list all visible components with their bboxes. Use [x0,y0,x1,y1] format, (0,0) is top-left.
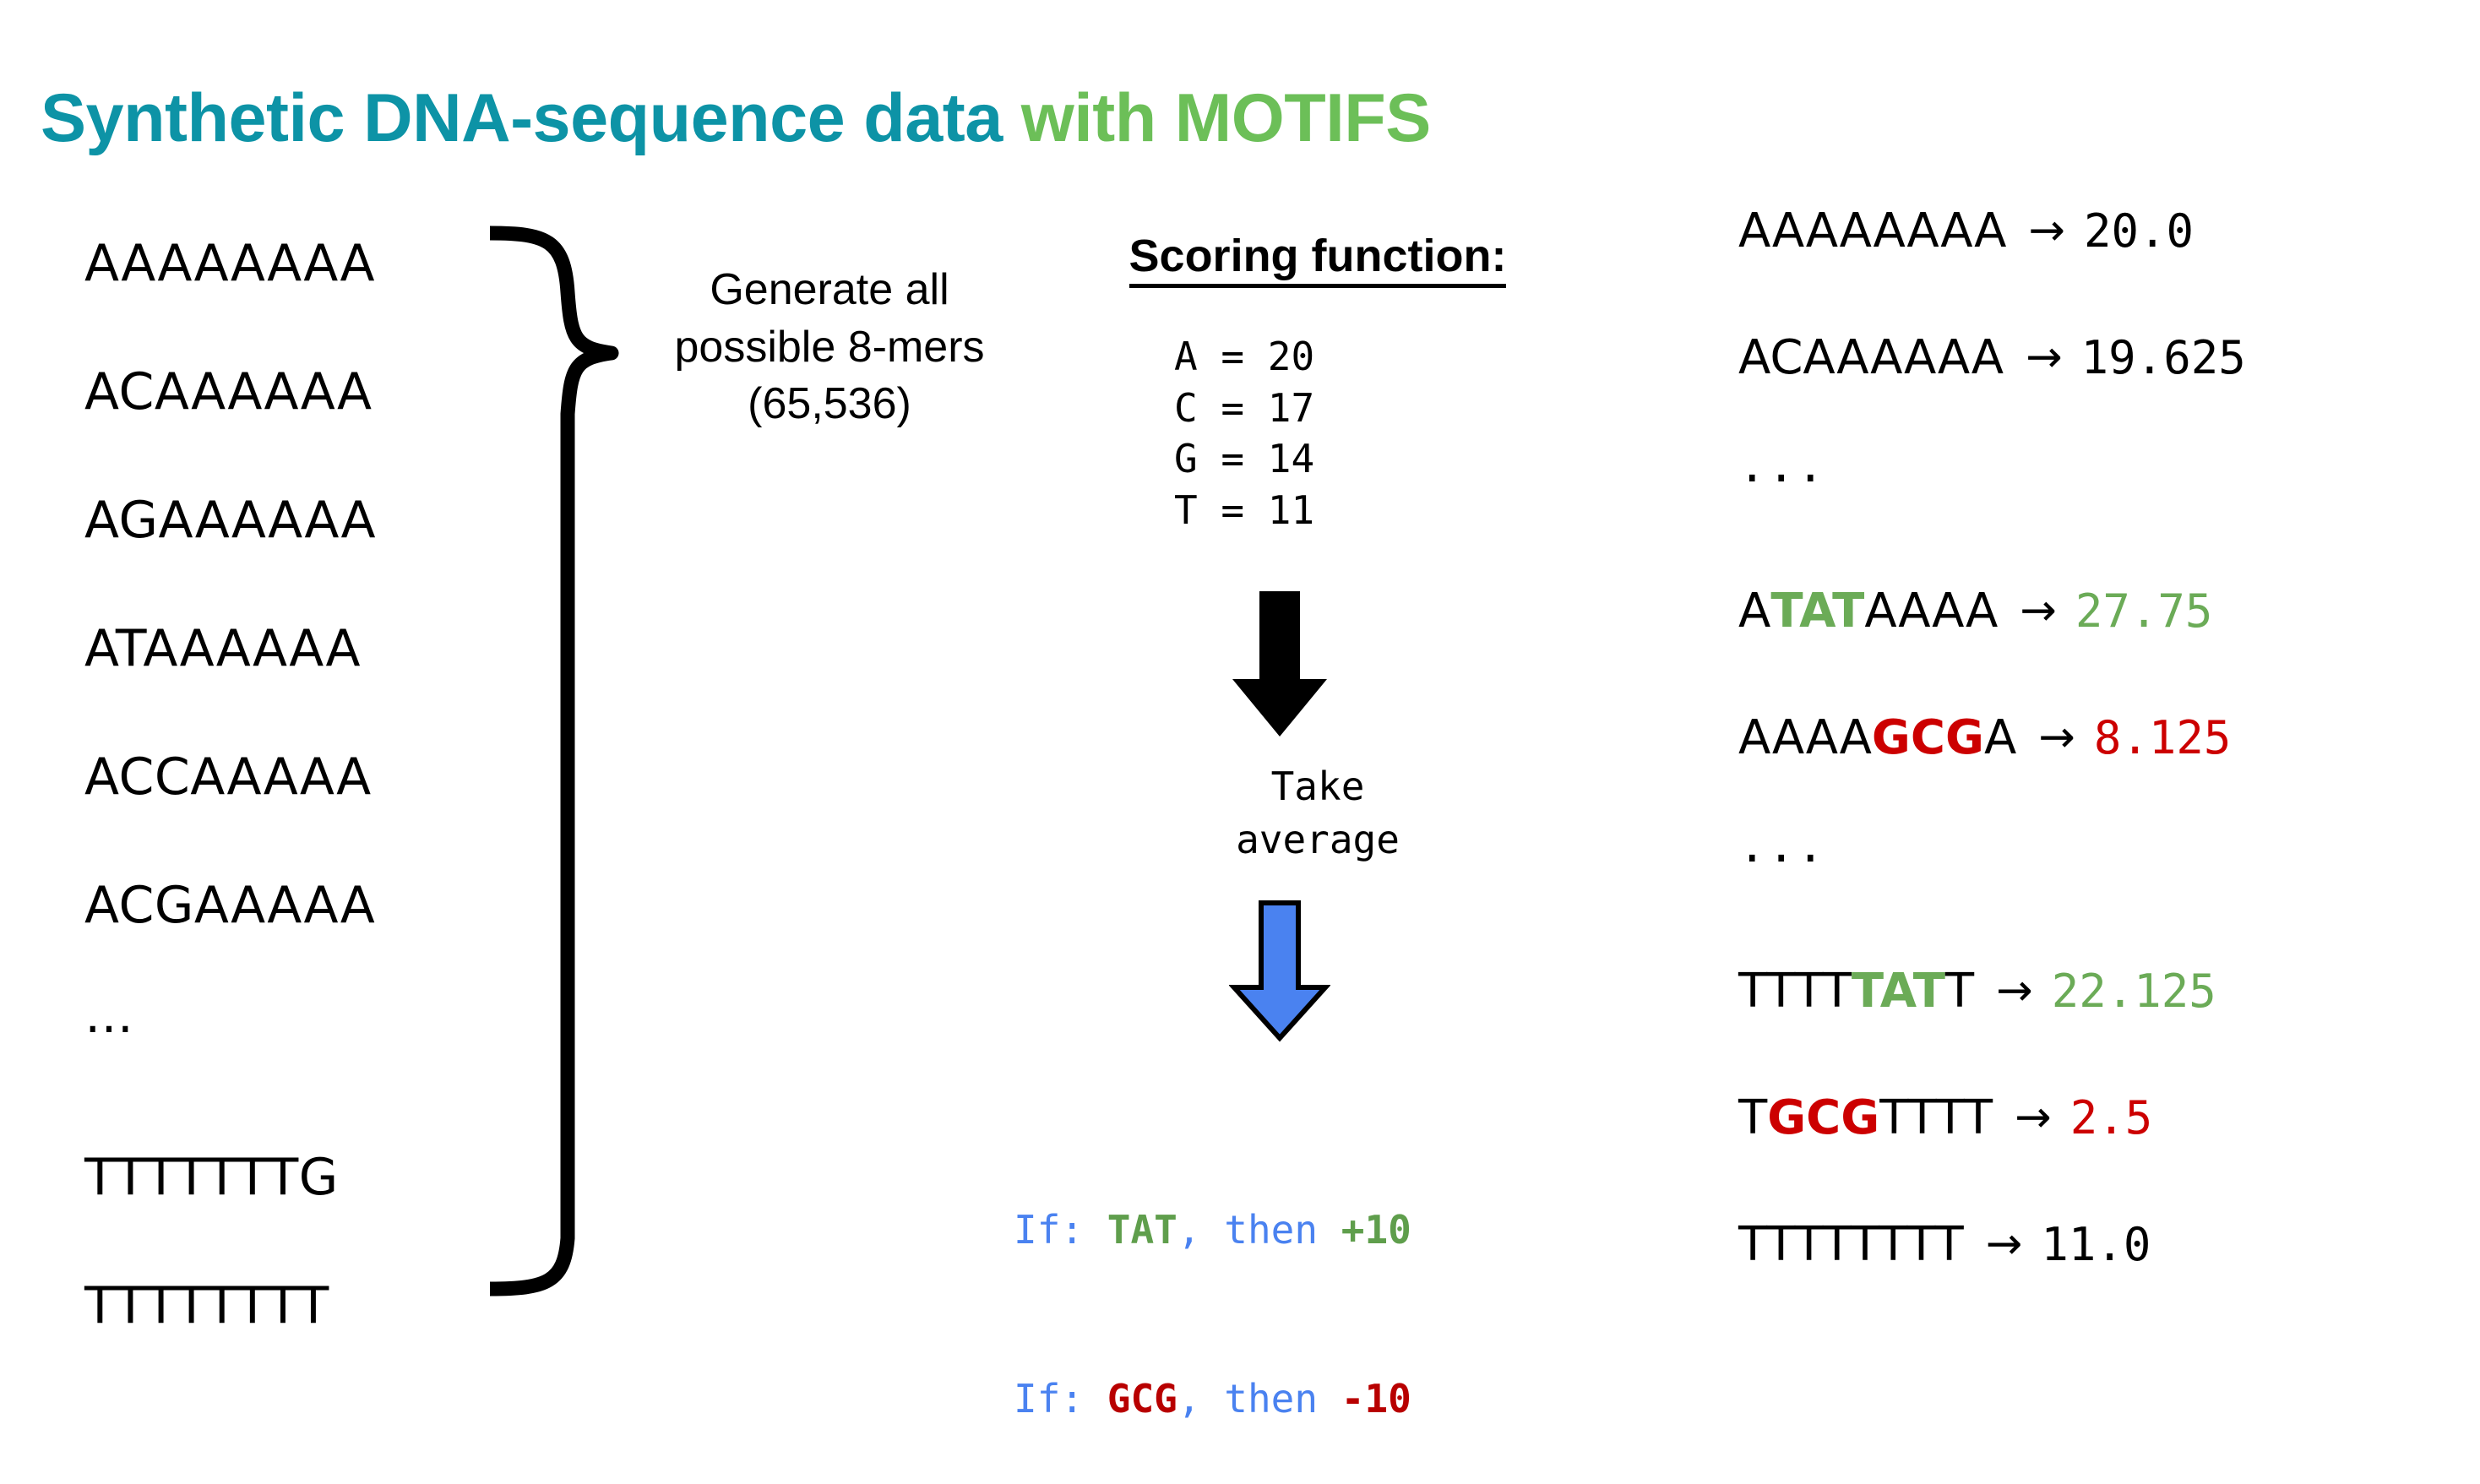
result-sequence: TGCGTTTT [1738,1090,1993,1145]
generate-caption-line-3: (65,536) [748,379,911,429]
kmer-list: AAAAAAAA ACAAAAAA AGAAAAAA ATAAAAAA ACCAAAAA… [84,199,448,1370]
page-title: Synthetic DNA-sequence data with MOTIFS [41,84,1431,153]
result-sequence-motif: TAT [1770,583,1865,639]
rule-2-delta: -10 [1341,1376,1411,1422]
result-score-value: 8.125 [2093,710,2232,764]
result-score-value: 22.125 [2051,964,2216,1018]
take-average-line-2: average [1236,817,1400,863]
rule-2-if: If: [1014,1376,1107,1422]
result-sequence-prefix: A [1738,583,1771,639]
down-arrow-blue-icon [1228,900,1331,1047]
result-sequence-prefix: AAAAAAAA [1738,203,2007,258]
take-average-label: Take average [1123,760,1512,867]
result-sequence-suffix: T [1944,963,1975,1019]
scoring-row: A = 20 [1174,334,1315,379]
rule-2-mid: , then [1177,1376,1341,1422]
result-sequence: AAAAAAAA [1738,204,2006,258]
right-arrow-icon: → [2020,585,2057,636]
result-sequence-suffix: TTTT [1879,1090,1993,1145]
scored-result-row: TGCGTTTT → 2.5 [1738,1054,2480,1181]
down-arrow-black-icon [1229,591,1330,744]
right-arrow-icon: → [2026,332,2063,383]
right-arrow-icon: → [2028,205,2065,256]
scored-result-row: ACAAAAAA → 19.625 [1738,294,2480,421]
result-score-value: 11.0 [2041,1217,2151,1271]
generate-caption: Generate all possible 8-mers (65,536) [644,262,1015,433]
scoring-function-heading-text: Scoring function: [1129,231,1507,288]
result-sequence-prefix: ACAAAAAA [1738,329,2004,385]
kmer-list-item: AAAAAAAA [84,234,376,293]
result-sequence-prefix: TTTTTTTT [1738,1216,1964,1272]
scoring-function-table: A = 20 C = 17 G = 14 T = 11 [1174,331,1314,536]
scored-result-row: TTTTTATT → 22.125 [1738,927,2480,1054]
scored-result-row: TTTTTTTT → 11.0 [1738,1181,2480,1307]
kmer-list-item: ACGAAAAA [84,876,376,935]
page-title-accent: with MOTIFS [1002,80,1431,157]
result-sequence: ATATAAAA [1738,584,1998,639]
rule-1-if: If: [1014,1207,1107,1253]
scored-results-ellipsis: ... [1738,439,1826,492]
scored-result-row: AAAAGCGA → 8.125 [1738,674,2480,801]
result-score-value: 27.75 [2075,584,2213,638]
result-score-value: 19.625 [2080,330,2246,384]
right-arrow-icon: → [2015,1092,2052,1143]
result-score-value: 20.0 [2083,204,2194,258]
scoring-row: G = 14 [1174,436,1315,482]
result-sequence-suffix: AAAA [1864,583,1999,639]
result-sequence-prefix: TTTT [1738,963,1852,1019]
right-arrow-icon: → [1985,1219,2023,1269]
rule-1-delta: +10 [1341,1207,1411,1253]
kmer-list-ellipsis: … [84,987,139,1044]
page-title-main: Synthetic DNA-sequence data [41,80,1003,157]
scored-result-row: ATATAAAA → 27.75 [1738,547,2480,674]
generate-caption-line-2: possible 8-mers [674,322,985,372]
rule-1-mid: , then [1177,1207,1341,1253]
motif-rules: If: TAT, then +10 If: GCG, then -10 [1014,1090,1411,1484]
scored-results-list: AAAAAAAA → 20.0 ACAAAAAA → 19.625... ATATAAAA →… [1738,167,2480,1307]
scored-results-ellipsis: ... [1738,819,1826,872]
result-sequence: AAAAGCGA [1738,710,2016,765]
result-sequence-motif: GCG [1767,1090,1880,1145]
right-arrow-icon: → [1996,965,2033,1016]
result-sequence-prefix: AAAA [1738,709,1872,765]
kmer-list-item: ACCAAAAA [84,747,372,807]
curly-brace-icon [466,211,635,1309]
result-sequence-motif: TAT [1851,963,1945,1019]
right-arrow-icon: → [2038,712,2075,763]
result-score-value: 2.5 [2069,1090,2153,1144]
motif-rule-row: If: TAT, then +10 [1014,1202,1411,1258]
result-sequence: TTTTTATT [1738,964,1974,1019]
scored-result-row: AAAAAAAA → 20.0 [1738,167,2480,294]
scoring-row: T = 11 [1174,487,1315,534]
result-sequence: ACAAAAAA [1738,330,2004,385]
scoring-function-heading: Scoring function: [1098,230,1537,288]
result-sequence-motif: GCG [1871,709,1984,765]
rule-1-motif: TAT [1107,1207,1177,1253]
result-sequence-prefix: T [1738,1090,1768,1145]
result-sequence: TTTTTTTT [1738,1217,1964,1272]
kmer-list-item: TTTTTTTG [84,1148,339,1207]
kmer-list-item: TTTTTTTT [84,1276,329,1335]
kmer-list-item: AGAAAAAA [84,491,377,550]
motif-rule-row: If: GCG, then -10 [1014,1371,1411,1427]
rule-2-motif: GCG [1107,1376,1177,1422]
result-sequence-suffix: A [1983,709,2017,765]
kmer-list-item: ATAAAAAA [84,619,361,678]
kmer-list-item: ACAAAAAA [84,362,373,421]
generate-caption-line-1: Generate all [710,265,949,314]
take-average-line-1: Take [1270,764,1365,809]
scoring-row: C = 17 [1174,384,1315,431]
